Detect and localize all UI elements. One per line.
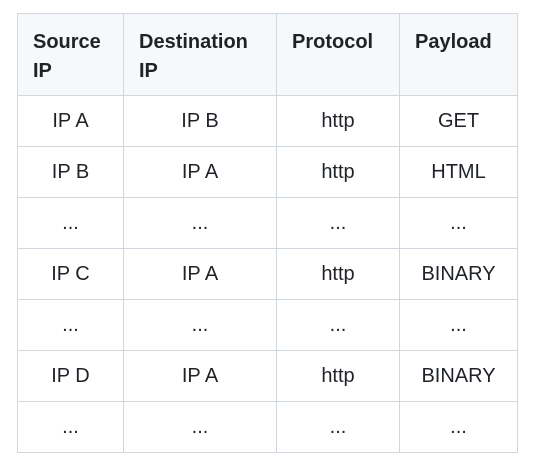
table-row: ... ... ... ... <box>17 197 518 249</box>
header-row: Source IP Destination IP Protocol Payloa… <box>17 13 518 96</box>
cell-payload: BINARY <box>399 350 518 402</box>
table-row: IP B IP A http HTML <box>17 146 518 198</box>
cell-source-ip: IP B <box>17 146 124 198</box>
header-source-ip: Source IP <box>17 13 124 96</box>
table-header: Source IP Destination IP Protocol Payloa… <box>17 13 518 96</box>
cell-destination-ip: IP B <box>123 95 277 147</box>
cell-destination-ip: ... <box>123 401 277 453</box>
table-row: IP D IP A http BINARY <box>17 350 518 402</box>
cell-protocol: ... <box>276 401 400 453</box>
cell-destination-ip: IP A <box>123 146 277 198</box>
table-row: ... ... ... ... <box>17 299 518 351</box>
cell-payload: ... <box>399 401 518 453</box>
cell-source-ip: ... <box>17 299 124 351</box>
cell-payload: ... <box>399 299 518 351</box>
cell-source-ip: IP A <box>17 95 124 147</box>
cell-destination-ip: ... <box>123 197 277 249</box>
table-body: IP A IP B http GET IP B IP A http HTML .… <box>17 95 518 453</box>
cell-destination-ip: ... <box>123 299 277 351</box>
cell-protocol: http <box>276 350 400 402</box>
table-row: IP C IP A http BINARY <box>17 248 518 300</box>
cell-payload: HTML <box>399 146 518 198</box>
cell-protocol: http <box>276 146 400 198</box>
cell-source-ip: IP C <box>17 248 124 300</box>
cell-protocol: http <box>276 248 400 300</box>
cell-payload: BINARY <box>399 248 518 300</box>
cell-source-ip: ... <box>17 401 124 453</box>
cell-destination-ip: IP A <box>123 248 277 300</box>
cell-source-ip: ... <box>17 197 124 249</box>
cell-source-ip: IP D <box>17 350 124 402</box>
cell-protocol: ... <box>276 299 400 351</box>
cell-payload: GET <box>399 95 518 147</box>
table-row: IP A IP B http GET <box>17 95 518 147</box>
cell-destination-ip: IP A <box>123 350 277 402</box>
cell-protocol: http <box>276 95 400 147</box>
header-payload: Payload <box>399 13 518 96</box>
header-destination-ip: Destination IP <box>123 13 277 96</box>
table-row: ... ... ... ... <box>17 401 518 453</box>
cell-payload: ... <box>399 197 518 249</box>
cell-protocol: ... <box>276 197 400 249</box>
packet-table: Source IP Destination IP Protocol Payloa… <box>17 13 518 453</box>
header-protocol: Protocol <box>276 13 400 96</box>
